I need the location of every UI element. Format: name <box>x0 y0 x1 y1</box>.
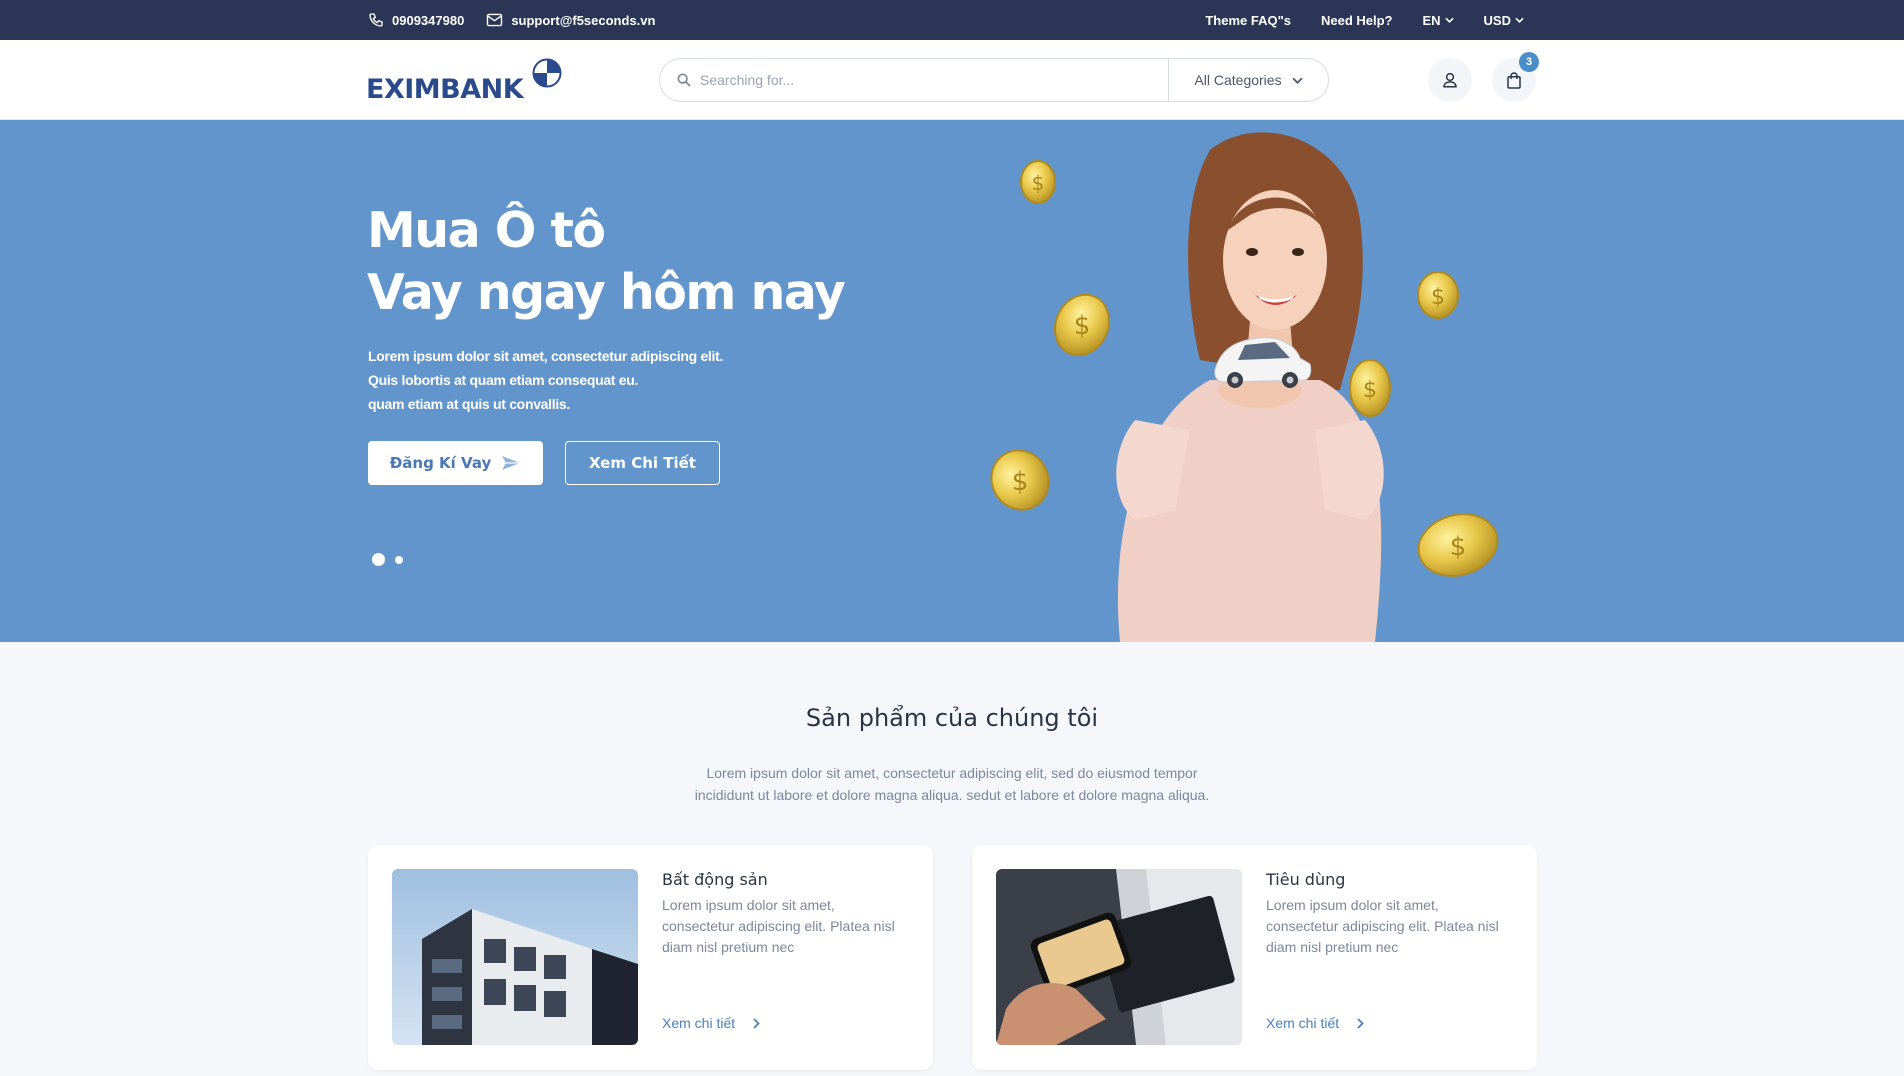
header: EXIMBANK All Categories 3 <box>0 40 1904 120</box>
hero-title-line: Mua Ô tô <box>367 202 606 259</box>
logo-mark-icon <box>532 58 562 88</box>
hero-subtitle-line: quam etiam at quis ut convallis. <box>368 396 571 412</box>
view-details-button[interactable]: Xem Chi Tiết <box>565 441 720 485</box>
slider-dot[interactable] <box>395 555 403 564</box>
hero-title: Mua Ô tô Vay ngay hôm nay <box>367 200 846 324</box>
section-description: Lorem ipsum dolor sit amet, consectetur … <box>652 762 1252 806</box>
send-icon <box>502 456 521 470</box>
chevron-down-icon <box>1444 17 1454 23</box>
language-value: EN <box>1422 12 1441 28</box>
hero-banner: Mua Ô tô Vay ngay hôm nay Lorem ipsum do… <box>0 120 1904 642</box>
consumer-image <box>996 869 1242 1045</box>
hero-illustration: $ $ $ $ $ $ <box>990 132 1499 642</box>
svg-text:$: $ <box>1074 311 1091 341</box>
phone-number: 0909347980 <box>392 12 465 28</box>
faq-link[interactable]: Theme FAQ"s <box>1205 13 1291 28</box>
email-address: support@f5seconds.vn <box>511 12 656 28</box>
chevron-right-icon <box>753 1017 760 1029</box>
register-loan-label: Đăng Kí Vay <box>389 454 492 472</box>
hero-subtitle-line: Lorem ipsum dolor sit amet, consectetur … <box>368 348 724 364</box>
search-input[interactable] <box>700 59 1160 101</box>
slider-dot-active[interactable] <box>372 553 385 566</box>
phone-contact[interactable]: 0909347980 <box>368 12 464 28</box>
top-links: Theme FAQ"s Need Help? EN USD <box>1205 0 1524 40</box>
coin-icon: $ <box>1417 271 1459 319</box>
coin-icon: $ <box>1349 359 1391 417</box>
card-title: Bất động sản <box>662 870 768 889</box>
email-contact[interactable]: support@f5seconds.vn <box>486 13 655 28</box>
svg-text:$: $ <box>1431 285 1445 310</box>
section-description-line: incididunt ut labore et dolore magna ali… <box>694 787 1210 803</box>
real-estate-image <box>392 869 638 1045</box>
svg-text:$: $ <box>1363 378 1377 403</box>
view-more-link[interactable]: Xem chi tiết <box>662 1015 760 1031</box>
product-card-consumer[interactable]: Tiêu dùng Lorem ipsum dolor sit amet, co… <box>972 845 1537 1070</box>
logo[interactable]: EXIMBANK <box>366 58 566 105</box>
search-icon <box>677 73 691 87</box>
slider-dots <box>372 553 403 566</box>
top-bar: 0909347980 support@f5seconds.vn Theme FA… <box>0 0 1904 40</box>
card-text: Lorem ipsum dolor sit amet, consectetur … <box>662 897 895 955</box>
language-select[interactable]: EN <box>1422 12 1454 28</box>
view-more-label: Xem chi tiết <box>1266 1015 1340 1031</box>
svg-text:$: $ <box>1032 171 1045 195</box>
hero-subtitle: Lorem ipsum dolor sit amet, consectetur … <box>368 344 723 416</box>
user-icon <box>1443 72 1457 88</box>
view-details-label: Xem Chi Tiết <box>589 454 696 472</box>
category-label: All Categories <box>1194 72 1282 88</box>
account-button[interactable] <box>1428 58 1472 102</box>
svg-text:$: $ <box>1012 467 1029 497</box>
coin-icon: $ <box>1054 293 1110 357</box>
chevron-down-icon <box>1292 77 1303 84</box>
card-text: Lorem ipsum dolor sit amet, consectetur … <box>1266 897 1499 955</box>
chevron-right-icon <box>1357 1017 1364 1029</box>
currency-value: USD <box>1483 12 1511 28</box>
register-loan-button[interactable]: Đăng Kí Vay <box>368 441 543 485</box>
mail-icon <box>486 13 503 27</box>
hero-subtitle-line: Quis lobortis at quam etiam consequat eu… <box>368 372 639 388</box>
contact-info: 0909347980 support@f5seconds.vn <box>368 0 655 40</box>
help-link[interactable]: Need Help? <box>1321 13 1393 28</box>
logo-text: EXIMBANK <box>366 74 524 105</box>
section-title: Sản phẩm của chúng tôi <box>805 704 1099 732</box>
cart-count-badge: 3 <box>1519 52 1539 72</box>
coin-icon: $ <box>990 449 1050 511</box>
hero-title-line: Vay ngay hôm nay <box>367 264 846 321</box>
phone-icon <box>368 12 384 28</box>
coin-icon: $ <box>1020 160 1056 204</box>
search-bar: All Categories <box>659 58 1329 102</box>
cart-button[interactable]: 3 <box>1492 52 1539 102</box>
shopping-bag-icon <box>1507 71 1521 89</box>
chevron-down-icon <box>1515 17 1524 23</box>
product-card-real-estate[interactable]: Bất động sản Lorem ipsum dolor sit amet,… <box>368 845 933 1070</box>
currency-select[interactable]: USD <box>1484 13 1524 28</box>
coin-icon: $ <box>1417 513 1499 577</box>
view-more-label: Xem chi tiết <box>662 1015 736 1031</box>
category-dropdown[interactable]: All Categories <box>1168 59 1328 101</box>
view-more-link[interactable]: Xem chi tiết <box>1266 1015 1364 1031</box>
svg-text:$: $ <box>1450 532 1467 562</box>
card-title: Tiêu dùng <box>1266 870 1346 889</box>
section-description-line: Lorem ipsum dolor sit amet, consectetur … <box>706 765 1198 781</box>
